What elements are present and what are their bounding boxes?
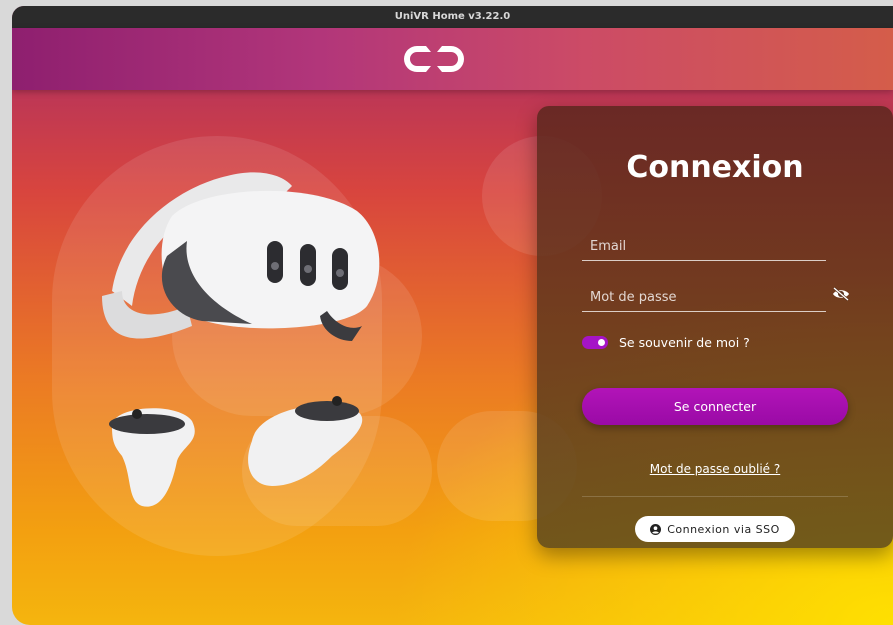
password-field-wrapper bbox=[582, 283, 826, 312]
vr-headset-illustration bbox=[102, 172, 380, 507]
window-title: UniVR Home v3.22.0 bbox=[394, 11, 511, 22]
eye-slash-icon[interactable] bbox=[832, 287, 850, 301]
user-circle-icon bbox=[650, 523, 662, 535]
univr-logo-icon bbox=[404, 46, 464, 72]
forgot-password-link[interactable]: Mot de passe oublié ? bbox=[537, 462, 893, 476]
divider bbox=[582, 496, 848, 497]
email-field[interactable] bbox=[582, 232, 826, 260]
remember-me-toggle[interactable] bbox=[582, 336, 608, 349]
window-titlebar: UniVR Home v3.22.0 bbox=[12, 6, 893, 28]
app-window: UniVR Home v3.22.0 Connexion Email Se so… bbox=[12, 6, 893, 625]
email-field-wrapper bbox=[582, 232, 826, 261]
login-card: Connexion Se souvenir de moi ? Se connec… bbox=[537, 106, 893, 548]
login-button[interactable]: Se connecter bbox=[582, 388, 848, 425]
sso-button[interactable]: Connexion via SSO bbox=[635, 516, 795, 542]
sso-button-label: Connexion via SSO bbox=[667, 522, 780, 536]
login-title: Connexion bbox=[626, 150, 804, 185]
remember-me-label: Se souvenir de moi ? bbox=[619, 335, 750, 350]
toggle-knob bbox=[598, 339, 605, 346]
app-header bbox=[12, 28, 893, 90]
password-field[interactable] bbox=[582, 283, 826, 311]
